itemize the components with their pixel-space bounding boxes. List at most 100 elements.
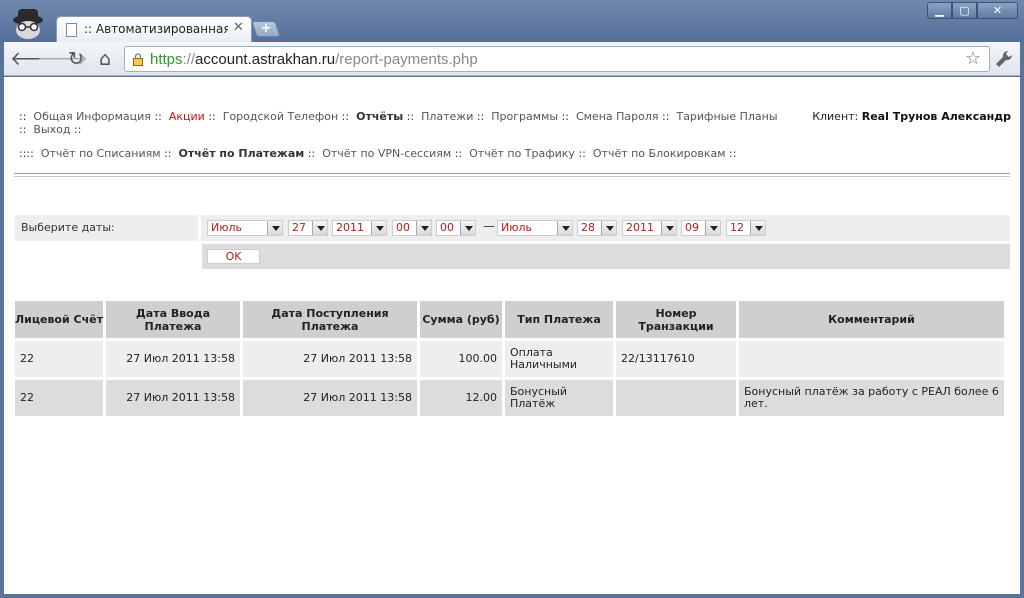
chevron-down-icon [750,221,765,235]
from-hour-value: 00 [396,221,410,234]
nav-item-4[interactable]: Платежи [421,110,473,123]
home-icon[interactable]: ⌂ [93,47,117,71]
url-path: /report-payments.php [335,51,478,68]
nav-separator: :: [19,110,27,123]
chevron-down-icon [601,221,616,235]
nav-item-3[interactable]: Отчёты [356,110,403,123]
to-month-value: Июль [501,221,533,234]
ok-button[interactable]: OK [207,249,260,264]
cell-entered: 27 Июл 2011 13:58 [106,380,240,416]
header-account: Лицевой Счёт [15,301,103,338]
nav-separator: :: [164,147,172,160]
nav-item-8[interactable]: Выход [33,123,70,136]
chevron-down-icon [705,221,720,235]
from-hour-select[interactable]: 00 [392,220,432,236]
cell-comment: Бонусный платёж за работу с РЕАЛ более 6… [739,380,1004,416]
date-label: Выберите даты: [15,215,201,241]
incognito-icon [6,6,50,40]
table-row: 22 27 Июл 2011 13:58 27 Июл 2011 13:58 1… [15,341,1004,377]
subnav-item-3[interactable]: Отчёт по Трафику [469,147,575,160]
reload-icon[interactable]: ↻ [64,47,88,71]
header-comment: Комментарий [739,301,1004,338]
browser-titlebar: :: Автоматизированная Си ✕ + ▁ ▢ ✕ [0,0,1024,43]
client-info: Клиент: Real Трунов Александр [791,110,1011,123]
chevron-down-icon [661,221,676,235]
url-scheme: https [150,51,183,68]
tab-close-icon[interactable]: ✕ [233,20,244,35]
wrench-icon[interactable] [994,49,1014,69]
chevron-down-icon [312,221,327,235]
nav-separator: :: [19,123,27,136]
from-year-select[interactable]: 2011 [332,220,387,236]
main-nav: :: Общая Информация :: Акции :: Городско… [19,110,819,136]
page-icon [66,23,77,37]
ok-row: OK [202,244,1010,269]
subnav-item-1[interactable]: Отчёт по Платежам [178,147,304,160]
header-transaction: Номер Транзакции [616,301,736,338]
forward-arrow-icon[interactable]: 🡒 [37,47,88,71]
client-name: Real Трунов Александр [861,110,1011,123]
browser-tab[interactable]: :: Автоматизированная Си ✕ [56,16,252,43]
cell-type: Бонусный Платёж [505,380,613,416]
minimize-button[interactable]: ▁ [927,2,952,19]
subnav-item-4[interactable]: Отчёт по Блокировкам [593,147,726,160]
header-entered-date: Дата Ввода Платежа [106,301,240,338]
nav-separator: :: [729,147,737,160]
date-range-dash: — [483,219,495,233]
chevron-down-icon [416,221,431,235]
cell-account: 22 [15,380,103,416]
to-year-select[interactable]: 2011 [622,220,677,236]
to-minute-select[interactable]: 12 [726,220,766,236]
nav-item-1[interactable]: Акции [169,110,205,123]
nav-item-0[interactable]: Общая Информация [33,110,151,123]
from-month-select[interactable]: Июль [207,220,283,236]
from-day-value: 27 [292,221,306,234]
subnav-item-2[interactable]: Отчёт по VPN-сессиям [322,147,451,160]
nav-separator: :: [208,110,216,123]
maximize-button[interactable]: ▢ [952,2,977,19]
lock-icon [133,53,143,66]
divider [14,176,1010,177]
payments-table: Лицевой Счёт Дата Ввода Платежа Дата Пос… [12,298,1007,419]
to-month-select[interactable]: Июль [497,220,573,236]
address-bar[interactable]: https://account.astrakhan.ru/report-paym… [124,46,990,72]
header-received-date: Дата Поступления Платежа [243,301,417,338]
cell-comment [739,341,1004,377]
to-hour-value: 09 [685,221,699,234]
chevron-down-icon [557,221,572,235]
browser-toolbar: 🡐 🡒 ↻ ⌂ https://account.astrakhan.ru/rep… [4,42,1020,76]
table-header-row: Лицевой Счёт Дата Ввода Платежа Дата Пос… [15,301,1004,338]
report-subnav: :::: Отчёт по Списаниям :: Отчёт по Плат… [19,147,819,160]
from-minute-select[interactable]: 00 [436,220,476,236]
divider [14,173,1010,174]
cell-sum: 12.00 [420,380,502,416]
back-arrow-icon[interactable]: 🡐 [10,47,61,71]
url-host: account.astrakhan.ru [195,51,336,68]
new-tab-button[interactable]: + [251,21,281,37]
header-payment-type: Тип Платежа [505,301,613,338]
cell-account: 22 [15,341,103,377]
nav-item-7[interactable]: Тарифные Планы [676,110,777,123]
tab-title: :: Автоматизированная Си [84,22,228,36]
to-hour-select[interactable]: 09 [681,220,721,236]
header-sum: Сумма (руб) [420,301,502,338]
nav-separator: :::: [19,147,34,160]
nav-item-2[interactable]: Городской Телефон [223,110,338,123]
close-window-button[interactable]: ✕ [977,2,1018,19]
chevron-down-icon [267,221,282,235]
from-day-select[interactable]: 27 [288,220,328,236]
nav-separator: :: [74,123,82,136]
cell-type: Оплата Наличными [505,341,613,377]
from-minute-value: 00 [440,221,454,234]
nav-separator: :: [341,110,350,123]
nav-item-6[interactable]: Смена Пароля [576,110,659,123]
bookmark-star-icon[interactable]: ☆ [965,48,981,69]
to-minute-value: 12 [730,221,744,234]
nav-separator: :: [406,110,415,123]
nav-item-5[interactable]: Программы [491,110,558,123]
date-range-form: Выберите даты: Июль 27 2011 00 00 — Июль… [15,215,1010,241]
to-day-select[interactable]: 28 [577,220,617,236]
cell-entered: 27 Июл 2011 13:58 [106,341,240,377]
nav-separator: :: [662,110,670,123]
subnav-item-0[interactable]: Отчёт по Списаниям [41,147,161,160]
